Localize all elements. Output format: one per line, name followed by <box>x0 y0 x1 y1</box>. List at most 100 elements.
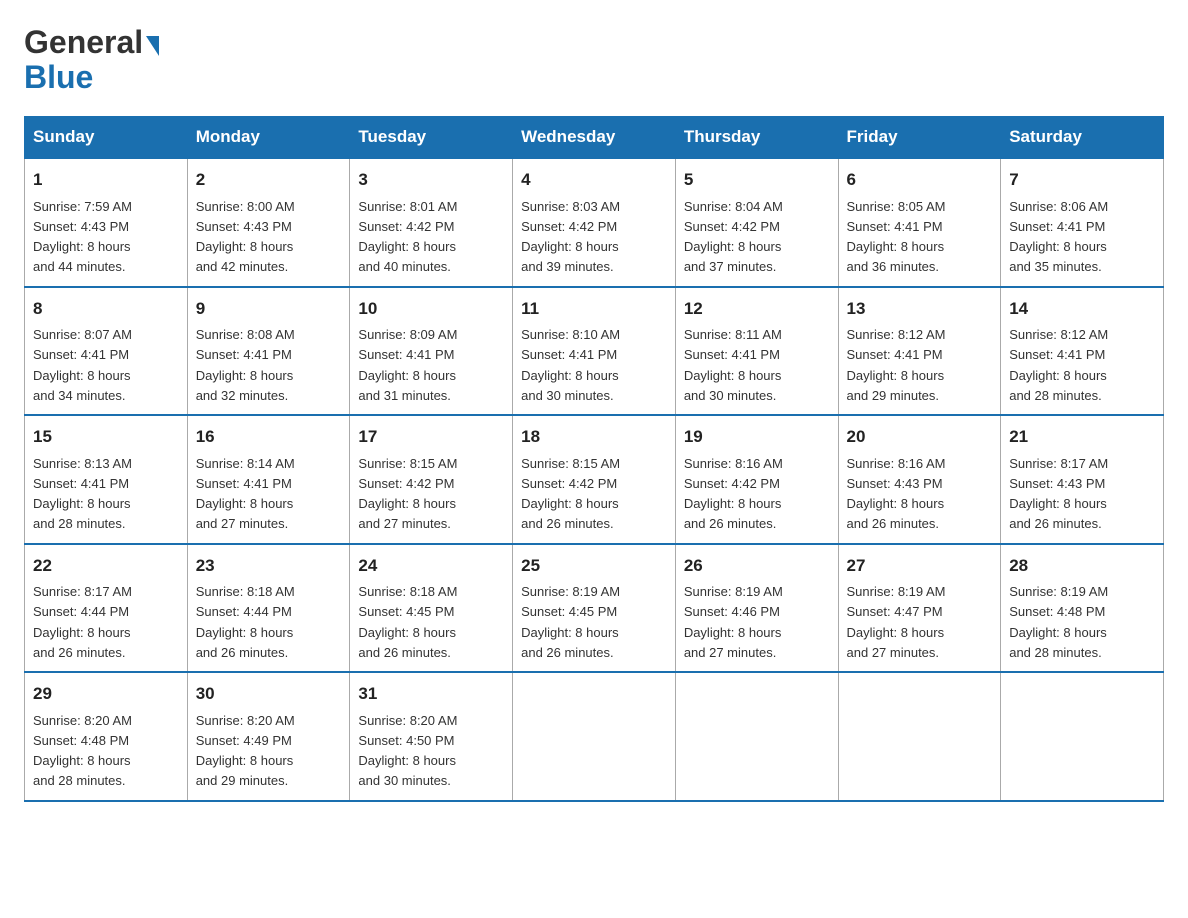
calendar-day-header: Monday <box>187 117 350 159</box>
day-number: 12 <box>684 296 830 322</box>
day-number: 11 <box>521 296 667 322</box>
day-number: 19 <box>684 424 830 450</box>
calendar-day-cell: 1 Sunrise: 7:59 AMSunset: 4:43 PMDaylight… <box>25 158 188 287</box>
day-info: Sunrise: 8:01 AMSunset: 4:42 PMDaylight:… <box>358 199 457 275</box>
calendar-day-cell: 23 Sunrise: 8:18 AMSunset: 4:44 PMDayligh… <box>187 544 350 673</box>
day-number: 9 <box>196 296 342 322</box>
day-info: Sunrise: 8:18 AMSunset: 4:45 PMDaylight:… <box>358 584 457 660</box>
day-info: Sunrise: 7:59 AMSunset: 4:43 PMDaylight:… <box>33 199 132 275</box>
calendar-day-cell: 31 Sunrise: 8:20 AMSunset: 4:50 PMDayligh… <box>350 672 513 801</box>
day-info: Sunrise: 8:17 AMSunset: 4:44 PMDaylight:… <box>33 584 132 660</box>
logo: General Blue <box>24 24 159 96</box>
calendar-day-cell: 25Sunrise: 8:19 AMSunset: 4:45 PMDayligh… <box>513 544 676 673</box>
day-info: Sunrise: 8:06 AMSunset: 4:41 PMDaylight:… <box>1009 199 1108 275</box>
day-info: Sunrise: 8:05 AMSunset: 4:41 PMDaylight:… <box>847 199 946 275</box>
calendar-day-header: Friday <box>838 117 1001 159</box>
day-info: Sunrise: 8:00 AMSunset: 4:43 PMDaylight:… <box>196 199 295 275</box>
calendar-week-row: 22 Sunrise: 8:17 AMSunset: 4:44 PMDayligh… <box>25 544 1164 673</box>
calendar-day-cell: 17 Sunrise: 8:15 AMSunset: 4:42 PMDayligh… <box>350 415 513 544</box>
day-info: Sunrise: 8:08 AMSunset: 4:41 PMDaylight:… <box>196 327 295 403</box>
day-info: Sunrise: 8:09 AMSunset: 4:41 PMDaylight:… <box>358 327 457 403</box>
day-info: Sunrise: 8:10 AMSunset: 4:41 PMDaylight:… <box>521 327 620 403</box>
day-info: Sunrise: 8:13 AMSunset: 4:41 PMDaylight:… <box>33 456 132 532</box>
calendar-day-cell: 20 Sunrise: 8:16 AMSunset: 4:43 PMDayligh… <box>838 415 1001 544</box>
day-number: 23 <box>196 553 342 579</box>
day-info: Sunrise: 8:16 AMSunset: 4:43 PMDaylight:… <box>847 456 946 532</box>
calendar-week-row: 29 Sunrise: 8:20 AMSunset: 4:48 PMDayligh… <box>25 672 1164 801</box>
day-number: 21 <box>1009 424 1155 450</box>
calendar-day-cell <box>838 672 1001 801</box>
calendar-week-row: 8 Sunrise: 8:07 AMSunset: 4:41 PMDaylight… <box>25 287 1164 416</box>
day-number: 5 <box>684 167 830 193</box>
day-info: Sunrise: 8:12 AMSunset: 4:41 PMDaylight:… <box>847 327 946 403</box>
day-info: Sunrise: 8:11 AMSunset: 4:41 PMDaylight:… <box>684 327 782 403</box>
day-info: Sunrise: 8:19 AMSunset: 4:48 PMDaylight:… <box>1009 584 1108 660</box>
day-number: 26 <box>684 553 830 579</box>
calendar-day-cell: 18 Sunrise: 8:15 AMSunset: 4:42 PMDayligh… <box>513 415 676 544</box>
calendar-day-cell: 11 Sunrise: 8:10 AMSunset: 4:41 PMDayligh… <box>513 287 676 416</box>
calendar-day-cell <box>513 672 676 801</box>
day-number: 2 <box>196 167 342 193</box>
calendar-day-cell: 24Sunrise: 8:18 AMSunset: 4:45 PMDayligh… <box>350 544 513 673</box>
calendar-day-header: Sunday <box>25 117 188 159</box>
calendar-day-cell: 14 Sunrise: 8:12 AMSunset: 4:41 PMDayligh… <box>1001 287 1164 416</box>
calendar-day-cell: 22 Sunrise: 8:17 AMSunset: 4:44 PMDayligh… <box>25 544 188 673</box>
calendar-day-cell: 26 Sunrise: 8:19 AMSunset: 4:46 PMDayligh… <box>675 544 838 673</box>
calendar-day-cell <box>675 672 838 801</box>
calendar-day-cell: 9 Sunrise: 8:08 AMSunset: 4:41 PMDaylight… <box>187 287 350 416</box>
calendar-table: SundayMondayTuesdayWednesdayThursdayFrid… <box>24 116 1164 802</box>
calendar-day-header: Saturday <box>1001 117 1164 159</box>
day-number: 18 <box>521 424 667 450</box>
calendar-day-cell <box>1001 672 1164 801</box>
day-number: 30 <box>196 681 342 707</box>
day-number: 1 <box>33 167 179 193</box>
day-number: 17 <box>358 424 504 450</box>
day-info: Sunrise: 8:16 AMSunset: 4:42 PMDaylight:… <box>684 456 783 532</box>
day-number: 28 <box>1009 553 1155 579</box>
calendar-day-cell: 30 Sunrise: 8:20 AMSunset: 4:49 PMDayligh… <box>187 672 350 801</box>
day-number: 3 <box>358 167 504 193</box>
day-info: Sunrise: 8:03 AMSunset: 4:42 PMDaylight:… <box>521 199 620 275</box>
logo-arrow-icon <box>146 36 159 56</box>
day-info: Sunrise: 8:20 AMSunset: 4:48 PMDaylight:… <box>33 713 132 789</box>
day-info: Sunrise: 8:19 AMSunset: 4:47 PMDaylight:… <box>847 584 946 660</box>
calendar-day-cell: 8 Sunrise: 8:07 AMSunset: 4:41 PMDaylight… <box>25 287 188 416</box>
calendar-day-cell: 15Sunrise: 8:13 AMSunset: 4:41 PMDayligh… <box>25 415 188 544</box>
day-info: Sunrise: 8:20 AMSunset: 4:49 PMDaylight:… <box>196 713 295 789</box>
calendar-day-header: Wednesday <box>513 117 676 159</box>
day-number: 4 <box>521 167 667 193</box>
day-number: 20 <box>847 424 993 450</box>
calendar-week-row: 15Sunrise: 8:13 AMSunset: 4:41 PMDayligh… <box>25 415 1164 544</box>
calendar-day-cell: 21 Sunrise: 8:17 AMSunset: 4:43 PMDayligh… <box>1001 415 1164 544</box>
logo-blue-text: Blue <box>24 59 93 96</box>
day-info: Sunrise: 8:07 AMSunset: 4:41 PMDaylight:… <box>33 327 132 403</box>
calendar-day-header: Thursday <box>675 117 838 159</box>
logo-general-text: General <box>24 24 143 61</box>
day-info: Sunrise: 8:15 AMSunset: 4:42 PMDaylight:… <box>521 456 620 532</box>
day-info: Sunrise: 8:04 AMSunset: 4:42 PMDaylight:… <box>684 199 783 275</box>
day-number: 22 <box>33 553 179 579</box>
day-number: 7 <box>1009 167 1155 193</box>
day-info: Sunrise: 8:12 AMSunset: 4:41 PMDaylight:… <box>1009 327 1108 403</box>
calendar-day-cell: 16Sunrise: 8:14 AMSunset: 4:41 PMDayligh… <box>187 415 350 544</box>
calendar-day-cell: 3 Sunrise: 8:01 AMSunset: 4:42 PMDaylight… <box>350 158 513 287</box>
day-info: Sunrise: 8:18 AMSunset: 4:44 PMDaylight:… <box>196 584 295 660</box>
day-number: 29 <box>33 681 179 707</box>
day-info: Sunrise: 8:15 AMSunset: 4:42 PMDaylight:… <box>358 456 457 532</box>
day-info: Sunrise: 8:17 AMSunset: 4:43 PMDaylight:… <box>1009 456 1108 532</box>
day-number: 27 <box>847 553 993 579</box>
calendar-day-cell: 12 Sunrise: 8:11 AMSunset: 4:41 PMDayligh… <box>675 287 838 416</box>
calendar-day-cell: 27 Sunrise: 8:19 AMSunset: 4:47 PMDayligh… <box>838 544 1001 673</box>
day-info: Sunrise: 8:20 AMSunset: 4:50 PMDaylight:… <box>358 713 457 789</box>
day-info: Sunrise: 8:19 AMSunset: 4:46 PMDaylight:… <box>684 584 783 660</box>
calendar-header-row: SundayMondayTuesdayWednesdayThursdayFrid… <box>25 117 1164 159</box>
calendar-day-cell: 29 Sunrise: 8:20 AMSunset: 4:48 PMDayligh… <box>25 672 188 801</box>
day-number: 25 <box>521 553 667 579</box>
calendar-day-header: Tuesday <box>350 117 513 159</box>
day-number: 14 <box>1009 296 1155 322</box>
day-number: 31 <box>358 681 504 707</box>
day-number: 8 <box>33 296 179 322</box>
day-number: 10 <box>358 296 504 322</box>
calendar-day-cell: 2 Sunrise: 8:00 AMSunset: 4:43 PMDaylight… <box>187 158 350 287</box>
day-info: Sunrise: 8:14 AMSunset: 4:41 PMDaylight:… <box>196 456 295 532</box>
